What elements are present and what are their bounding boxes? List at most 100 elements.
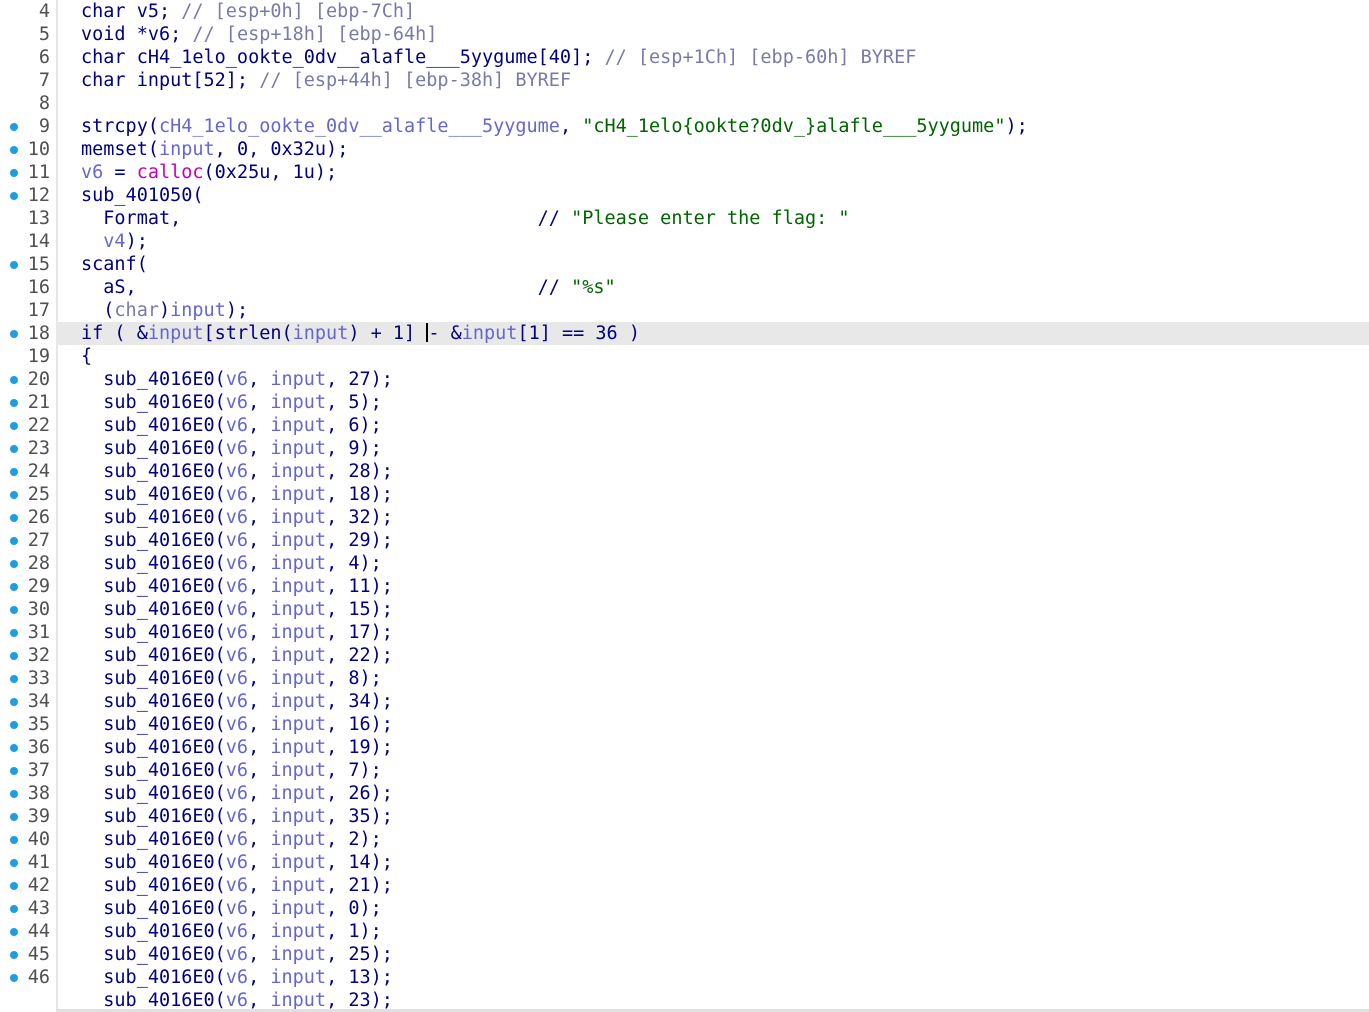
code-text[interactable]: (char)input); [81, 299, 248, 322]
code-text[interactable]: sub_4016E0(v6, input, 13); [81, 966, 393, 989]
code-line[interactable]: 18 if ( &input[strlen(input) + 1] - &inpu… [0, 322, 1369, 345]
code-line[interactable]: 45 sub_4016E0(v6, input, 25); [0, 943, 1369, 966]
gutter-cell[interactable]: 18 [0, 322, 56, 345]
breakpoint-dot-icon[interactable] [10, 169, 18, 177]
breakpoint-dot-icon[interactable] [10, 698, 18, 706]
gutter-cell[interactable]: 32 [0, 644, 56, 667]
breakpoint-dot-icon[interactable] [10, 790, 18, 798]
breakpoint-dot-icon[interactable] [10, 836, 18, 844]
gutter-cell[interactable]: 39 [0, 805, 56, 828]
code-text[interactable]: char input[52]; // [esp+44h] [ebp-38h] B… [81, 69, 571, 92]
code-text[interactable]: sub_4016E0(v6, input, 16); [81, 713, 393, 736]
code-text[interactable]: sub_4016E0(v6, input, 2); [81, 828, 382, 851]
code-line[interactable]: 21 sub_4016E0(v6, input, 5); [0, 391, 1369, 414]
gutter-cell[interactable]: 9 [0, 115, 56, 138]
code-text[interactable]: sub_4016E0(v6, input, 4); [81, 552, 382, 575]
breakpoint-dot-icon[interactable] [10, 629, 18, 637]
code-line[interactable]: 39 sub_4016E0(v6, input, 35); [0, 805, 1369, 828]
code-text[interactable]: sub_4016E0(v6, input, 29); [81, 529, 393, 552]
code-text[interactable]: sub_4016E0(v6, input, 22); [81, 644, 393, 667]
code-line[interactable]: 41 sub_4016E0(v6, input, 14); [0, 851, 1369, 874]
code-text[interactable]: sub_4016E0(v6, input, 19); [81, 736, 393, 759]
breakpoint-dot-icon[interactable] [10, 813, 18, 821]
code-text[interactable]: sub_4016E0(v6, input, 21); [81, 874, 393, 897]
code-line[interactable]: 5 void *v6; // [esp+18h] [ebp-64h] [0, 23, 1369, 46]
code-line[interactable]: 33 sub_4016E0(v6, input, 8); [0, 667, 1369, 690]
gutter-cell[interactable]: 27 [0, 529, 56, 552]
code-text[interactable]: sub_4016E0(v6, input, 5); [81, 391, 382, 414]
gutter-cell[interactable]: 13 [0, 207, 56, 230]
gutter-cell[interactable]: 41 [0, 851, 56, 874]
code-line[interactable]: 9 strcpy(cH4_1elo_ookte_0dv__alafle___5yy… [0, 115, 1369, 138]
code-text[interactable]: sub_4016E0(v6, input, 32); [81, 506, 393, 529]
breakpoint-dot-icon[interactable] [10, 330, 18, 338]
gutter-cell[interactable]: 44 [0, 920, 56, 943]
code-text[interactable]: sub_4016E0(v6, input, 18); [81, 483, 393, 506]
breakpoint-dot-icon[interactable] [10, 974, 18, 982]
code-line[interactable]: 34 sub_4016E0(v6, input, 34); [0, 690, 1369, 713]
breakpoint-dot-icon[interactable] [10, 675, 18, 683]
gutter-cell[interactable]: 37 [0, 759, 56, 782]
gutter-cell[interactable]: 46 [0, 966, 56, 989]
breakpoint-dot-icon[interactable] [10, 882, 18, 890]
breakpoint-dot-icon[interactable] [10, 652, 18, 660]
gutter-cell[interactable]: 6 [0, 46, 56, 69]
code-line[interactable]: 13 Format, // "Please enter the flag: " [0, 207, 1369, 230]
code-line[interactable]: 10 memset(input, 0, 0x32u); [0, 138, 1369, 161]
gutter-cell[interactable]: 11 [0, 161, 56, 184]
code-line[interactable]: 40 sub_4016E0(v6, input, 2); [0, 828, 1369, 851]
gutter-cell[interactable]: 43 [0, 897, 56, 920]
code-text[interactable]: sub_4016E0(v6, input, 28); [81, 460, 393, 483]
gutter-cell[interactable]: 14 [0, 230, 56, 253]
breakpoint-dot-icon[interactable] [10, 399, 18, 407]
code-text[interactable]: { [81, 345, 92, 368]
code-line[interactable]: 7 char input[52]; // [esp+44h] [ebp-38h] … [0, 69, 1369, 92]
code-text[interactable]: scanf( [81, 253, 148, 276]
code-text[interactable]: v6 = calloc(0x25u, 1u); [81, 161, 337, 184]
gutter-cell[interactable]: 21 [0, 391, 56, 414]
code-text[interactable]: sub_4016E0(v6, input, 9); [81, 437, 382, 460]
gutter-cell[interactable]: 28 [0, 552, 56, 575]
gutter-cell[interactable]: 31 [0, 621, 56, 644]
code-text[interactable]: sub_4016E0(v6, input, 6); [81, 414, 382, 437]
gutter-cell[interactable]: 7 [0, 69, 56, 92]
breakpoint-dot-icon[interactable] [10, 422, 18, 430]
gutter-cell[interactable]: 16 [0, 276, 56, 299]
breakpoint-dot-icon[interactable] [10, 192, 18, 200]
code-line[interactable]: 44 sub_4016E0(v6, input, 1); [0, 920, 1369, 943]
code-text[interactable]: Format, // "Please enter the flag: " [81, 207, 849, 230]
code-line[interactable]: 6 char cH4_1elo_ookte_0dv__alafle___5yygu… [0, 46, 1369, 69]
code-text[interactable]: char v5; // [esp+0h] [ebp-7Ch] [81, 0, 415, 23]
code-text[interactable]: sub_4016E0(v6, input, 8); [81, 667, 382, 690]
breakpoint-dot-icon[interactable] [10, 951, 18, 959]
code-line[interactable]: 16 aS, // "%s" [0, 276, 1369, 299]
code-text[interactable]: sub_4016E0(v6, input, 1); [81, 920, 382, 943]
code-line[interactable]: 27 sub_4016E0(v6, input, 29); [0, 529, 1369, 552]
code-line[interactable]: 46 sub_4016E0(v6, input, 13); [0, 966, 1369, 989]
breakpoint-dot-icon[interactable] [10, 146, 18, 154]
breakpoint-dot-icon[interactable] [10, 744, 18, 752]
gutter-cell[interactable]: 15 [0, 253, 56, 276]
gutter-cell[interactable]: 42 [0, 874, 56, 897]
breakpoint-dot-icon[interactable] [10, 767, 18, 775]
pseudocode-view[interactable]: 4 char v5; // [esp+0h] [ebp-7Ch] 5 void *v6… [0, 0, 1369, 1012]
gutter-cell[interactable]: 22 [0, 414, 56, 437]
code-line[interactable]: 17 (char)input); [0, 299, 1369, 322]
breakpoint-dot-icon[interactable] [10, 560, 18, 568]
code-line[interactable]: 29 sub_4016E0(v6, input, 11); [0, 575, 1369, 598]
code-line[interactable]: 30 sub_4016E0(v6, input, 15); [0, 598, 1369, 621]
gutter-cell[interactable]: 38 [0, 782, 56, 805]
code-line[interactable]: 4 char v5; // [esp+0h] [ebp-7Ch] [0, 0, 1369, 23]
breakpoint-dot-icon[interactable] [10, 376, 18, 384]
code-text[interactable]: v4); [81, 230, 148, 253]
code-line[interactable]: 24 sub_4016E0(v6, input, 28); [0, 460, 1369, 483]
code-line[interactable]: 8 [0, 92, 1369, 115]
breakpoint-dot-icon[interactable] [10, 606, 18, 614]
gutter-cell[interactable]: 24 [0, 460, 56, 483]
code-line[interactable]: 12 sub_401050( [0, 184, 1369, 207]
gutter-cell[interactable]: 30 [0, 598, 56, 621]
gutter-cell[interactable]: 34 [0, 690, 56, 713]
code-line[interactable]: 35 sub_4016E0(v6, input, 16); [0, 713, 1369, 736]
code-text[interactable]: sub_401050( [81, 184, 204, 207]
gutter-cell[interactable]: 23 [0, 437, 56, 460]
